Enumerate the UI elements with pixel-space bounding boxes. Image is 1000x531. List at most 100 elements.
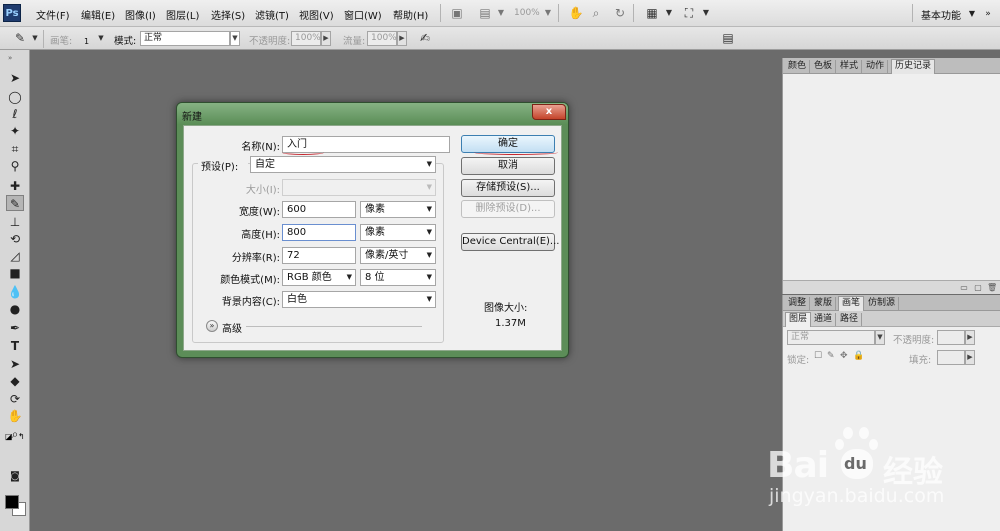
healing-brush-tool-icon[interactable]: ✚	[6, 178, 24, 194]
trash-icon[interactable]: 🗑	[987, 283, 997, 293]
tab-layers[interactable]: 图层	[785, 312, 812, 327]
new-snapshot-icon[interactable]: ▭	[959, 283, 969, 293]
swap-colors-icon[interactable]: ↰	[18, 432, 25, 441]
clone-stamp-tool-icon[interactable]: ⊥	[6, 214, 24, 230]
menu-image[interactable]: 图像(I)	[125, 7, 156, 22]
bridge-icon[interactable]: ▣	[449, 5, 465, 21]
double-chevron-right-icon[interactable]: »	[980, 6, 996, 22]
marquee-tool-icon[interactable]: ◯	[6, 89, 24, 105]
lock-transparency-icon[interactable]: ☐	[814, 351, 822, 361]
chevron-down-icon[interactable]: ▼	[93, 30, 109, 46]
width-unit-select[interactable]: 像素 ▼	[360, 201, 436, 218]
dodge-tool-icon[interactable]: ●	[6, 301, 24, 317]
fill-field[interactable]	[937, 350, 965, 365]
tab-clone-source[interactable]: 仿制源	[865, 297, 900, 310]
height-unit-select[interactable]: 像素 ▼	[360, 224, 436, 241]
chevron-right-icon[interactable]: ▶	[965, 330, 975, 345]
chevron-down-icon[interactable]: ▼	[661, 5, 677, 21]
blur-tool-icon[interactable]: 💧	[6, 284, 24, 300]
mode-select[interactable]: 正常	[140, 31, 230, 46]
expand-advanced-icon[interactable]: »	[206, 320, 218, 332]
resolution-unit-select[interactable]: 像素/英寸 ▼	[360, 247, 436, 264]
new-document-icon[interactable]: ▢	[973, 283, 983, 293]
move-tool-icon[interactable]: ➤	[6, 70, 24, 86]
delete-preset-button[interactable]: 删除预设(D)...	[461, 200, 555, 218]
tab-brushes[interactable]: 画笔	[838, 296, 865, 311]
tab-paths[interactable]: 路径	[837, 313, 863, 326]
tab-actions[interactable]: 动作	[863, 60, 889, 73]
flow-field[interactable]: 100%	[367, 31, 397, 46]
path-selection-tool-icon[interactable]: ➤	[6, 356, 24, 372]
menu-layer[interactable]: 图层(L)	[166, 7, 199, 22]
lock-image-icon[interactable]: ✎	[827, 351, 835, 361]
menu-view[interactable]: 视图(V)	[299, 7, 334, 22]
blend-mode-select[interactable]: 正常	[787, 330, 875, 345]
gradient-tool-icon[interactable]: ■	[6, 265, 24, 281]
chevron-down-icon[interactable]: ▼	[493, 5, 509, 21]
lock-all-icon[interactable]: 🔒	[853, 351, 864, 361]
tab-masks[interactable]: 蒙版	[811, 297, 837, 310]
advanced-label[interactable]: 高级	[222, 320, 242, 335]
close-button[interactable]: x	[532, 104, 566, 120]
bit-depth-select[interactable]: 8 位 ▼	[360, 269, 436, 286]
opacity-field[interactable]: 100%	[291, 31, 321, 46]
3d-rotate-tool-icon[interactable]: ⟳	[6, 391, 24, 407]
eyedropper-tool-icon[interactable]: ⚲	[6, 158, 24, 174]
hand-icon[interactable]: ✋	[568, 5, 584, 21]
size-select[interactable]: ▼	[282, 179, 436, 196]
height-field[interactable]: 800	[282, 224, 356, 241]
chevron-right-icon[interactable]: ▶	[397, 31, 407, 46]
chevron-down-icon[interactable]: ▼	[540, 5, 556, 21]
brush-tool-icon[interactable]: ✎	[6, 195, 24, 211]
foreground-color-swatch[interactable]	[5, 495, 19, 509]
quick-mask-icon[interactable]: ◙	[6, 469, 24, 485]
hand-tool-icon[interactable]: ✋	[6, 408, 24, 424]
double-chevron-right-icon[interactable]: »	[8, 54, 12, 62]
chevron-down-icon[interactable]: ▼	[27, 30, 43, 46]
menu-help[interactable]: 帮助(H)	[393, 7, 428, 22]
device-central-button[interactable]: Device Central(E)...	[461, 233, 559, 251]
lock-position-icon[interactable]: ✥	[840, 351, 848, 361]
tab-swatches[interactable]: 色板	[811, 60, 837, 73]
chevron-down-icon[interactable]: ▼	[875, 330, 885, 345]
tab-styles[interactable]: 样式	[837, 60, 863, 73]
rotate-view-icon[interactable]: ↻	[612, 5, 628, 21]
menu-window[interactable]: 窗口(W)	[344, 7, 382, 22]
quick-selection-tool-icon[interactable]: ✦	[6, 123, 24, 139]
menu-select[interactable]: 选择(S)	[211, 7, 245, 22]
menu-file[interactable]: 文件(F)	[36, 7, 70, 22]
layer-opacity-field[interactable]	[937, 330, 965, 345]
lasso-tool-icon[interactable]: ℓ	[6, 106, 24, 122]
eraser-tool-icon[interactable]: ◿	[6, 248, 24, 264]
chevron-right-icon[interactable]: ▶	[321, 31, 331, 46]
history-brush-tool-icon[interactable]: ⟲	[6, 231, 24, 247]
shape-tool-icon[interactable]: ◆	[6, 373, 24, 389]
cancel-button[interactable]: 取消	[461, 157, 555, 175]
menu-filter[interactable]: 滤镜(T)	[255, 7, 289, 22]
tab-history[interactable]: 历史记录	[891, 59, 936, 74]
dialog-titlebar[interactable]: 新建 x	[177, 103, 568, 125]
resolution-field[interactable]: 72	[282, 247, 356, 264]
chevron-down-icon[interactable]: ▼	[230, 31, 240, 46]
preset-select[interactable]: 自定 ▼	[250, 156, 436, 173]
tab-channels[interactable]: 通道	[811, 313, 837, 326]
save-preset-button[interactable]: 存储预设(S)...	[461, 179, 555, 197]
width-field[interactable]: 600	[282, 201, 356, 218]
tab-adjustments[interactable]: 调整	[785, 297, 811, 310]
brush-preset-icon[interactable]: ✎	[12, 30, 28, 46]
chevron-down-icon[interactable]: ▼	[964, 6, 980, 22]
color-mode-select[interactable]: RGB 颜色 ▼	[282, 269, 356, 286]
brush-size[interactable]: 1	[84, 37, 89, 46]
default-colors-icon[interactable]: ◪	[5, 432, 13, 441]
screen-mode-icon[interactable]: ⛶	[681, 5, 697, 21]
zoom-level[interactable]: 100%	[514, 8, 540, 18]
chevron-down-icon[interactable]: ▼	[698, 5, 714, 21]
workspace-switcher[interactable]: 基本功能	[921, 7, 961, 22]
tab-color[interactable]: 颜色	[785, 60, 811, 73]
arrange-documents-icon[interactable]: ▦	[644, 5, 660, 21]
airbrush-icon[interactable]: ✍	[417, 30, 433, 46]
type-tool-icon[interactable]: T	[6, 338, 24, 354]
background-contents-select[interactable]: 白色 ▼	[282, 291, 436, 308]
crop-tool-icon[interactable]: ⌗	[6, 141, 24, 157]
zoom-icon[interactable]: ⌕	[588, 5, 604, 21]
